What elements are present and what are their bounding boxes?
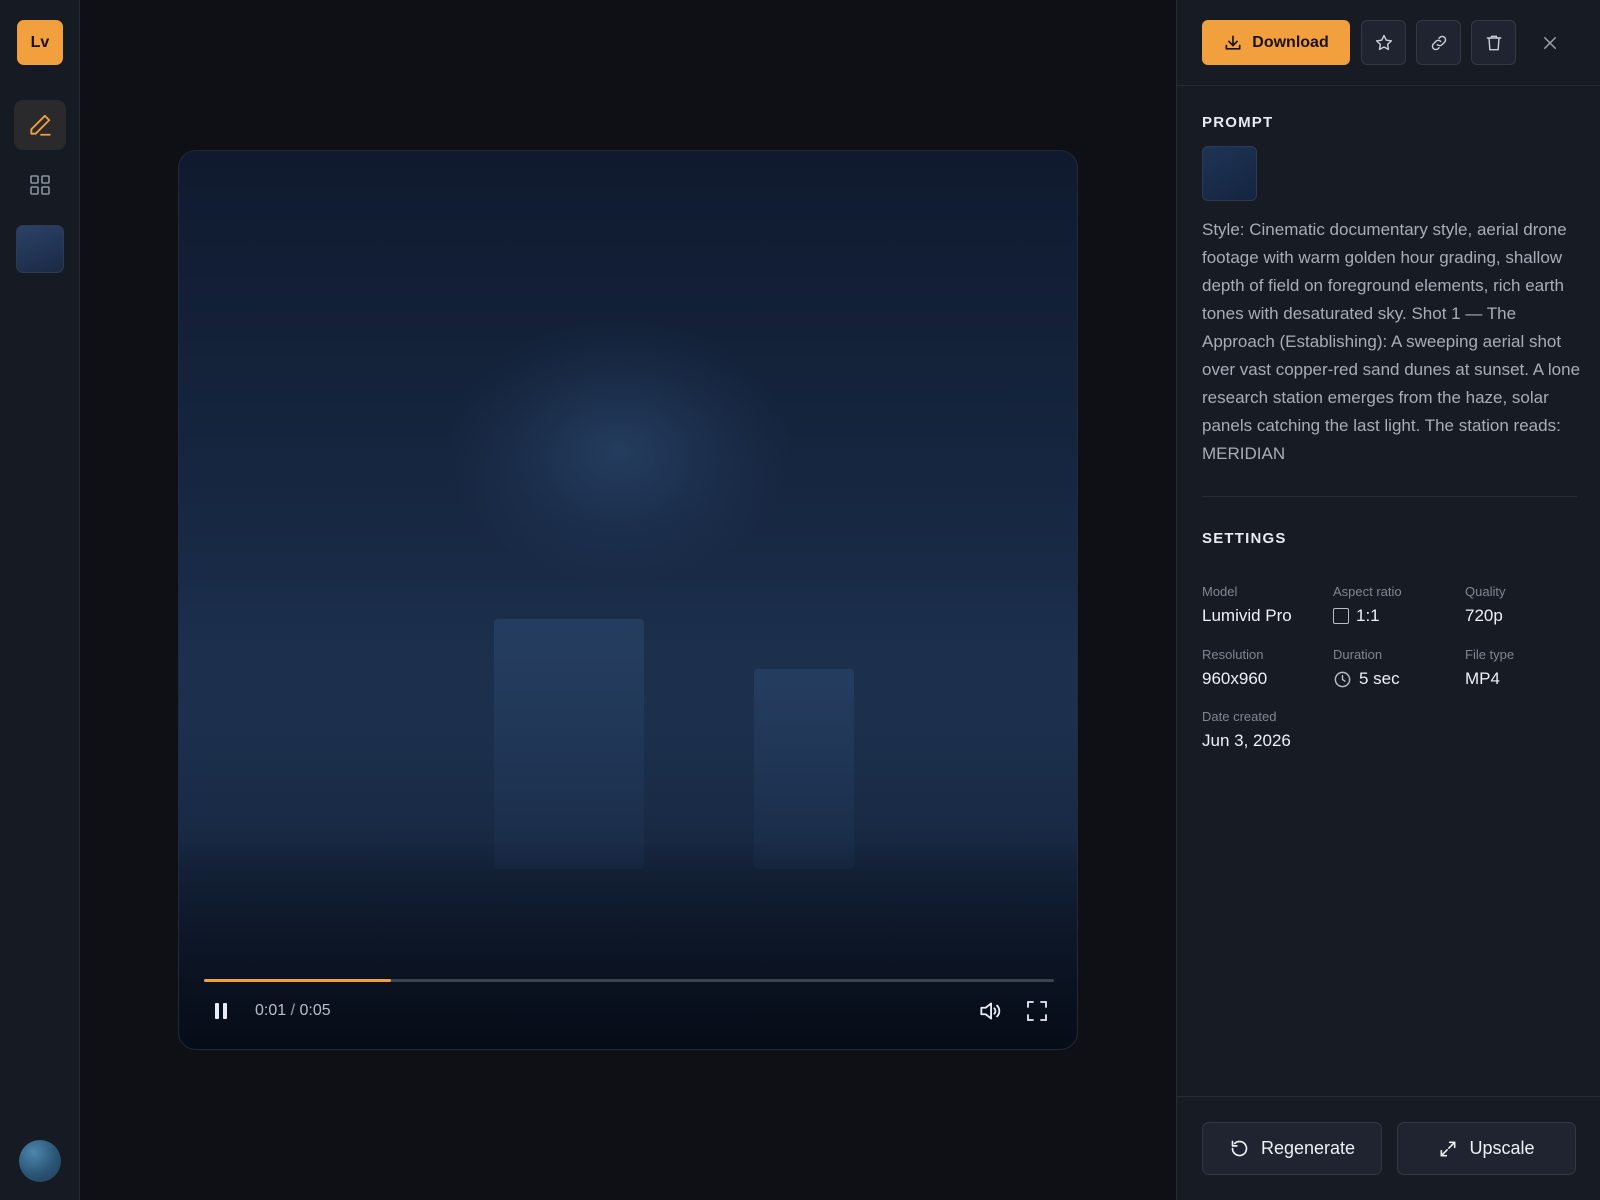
- setting-label: Model: [1202, 584, 1238, 599]
- prompt-heading: PROMPT: [1202, 114, 1274, 131]
- video-sun-glow: [449, 321, 789, 581]
- left-rail: Lv: [0, 0, 80, 1200]
- time-separator: /: [290, 1002, 296, 1019]
- video-player[interactable]: 0:01 / 0:05: [178, 150, 1078, 1050]
- pause-icon: [215, 1003, 227, 1019]
- clock-icon: [1334, 671, 1351, 687]
- download-button[interactable]: Download: [1202, 20, 1350, 65]
- regenerate-button[interactable]: Regenerate: [1202, 1122, 1382, 1175]
- progress-bar[interactable]: [204, 979, 1054, 982]
- pause-button[interactable]: [207, 996, 235, 1026]
- close-icon: [1544, 37, 1556, 49]
- setting-label: Duration: [1333, 647, 1383, 662]
- prompt-text: Style: Cinematic documentary style, aeri…: [1202, 220, 1581, 463]
- panel-toolbar: Download: [1177, 0, 1600, 86]
- regenerate-label: Regenerate: [1260, 1138, 1356, 1158]
- aspect-ratio-square-icon: [1333, 608, 1349, 624]
- prompt-reference-thumbnail[interactable]: [1202, 146, 1257, 201]
- video-station-block: [494, 619, 644, 869]
- expand-icon: [1441, 1141, 1456, 1156]
- setting-value: 5 sec: [1359, 669, 1400, 688]
- upscale-button[interactable]: Upscale: [1397, 1122, 1576, 1175]
- volume-button[interactable]: [975, 996, 1005, 1026]
- setting-label: Resolution: [1202, 647, 1264, 662]
- setting-value: 1:1: [1356, 606, 1380, 625]
- grid-icon: [30, 175, 50, 195]
- delete-button[interactable]: [1471, 20, 1516, 65]
- setting-aspect-ratio: Aspect ratio 1:1: [1333, 584, 1402, 626]
- regenerate-icon: [1231, 1140, 1248, 1157]
- pencil-icon: [30, 114, 51, 136]
- trash-icon: [1486, 35, 1501, 50]
- user-avatar[interactable]: [19, 1140, 61, 1182]
- details-panel: Download PROMPT Style: Cinematic documen…: [1176, 0, 1600, 1200]
- setting-value: MP4: [1465, 669, 1500, 688]
- setting-date-created: Date created Jun 3, 2026: [1202, 709, 1291, 751]
- total-time: 0:05: [299, 1002, 331, 1019]
- setting-resolution: Resolution 960x960: [1202, 647, 1267, 689]
- link-icon: [1431, 35, 1446, 50]
- setting-label: Quality: [1465, 584, 1506, 599]
- setting-value: 960x960: [1202, 669, 1268, 688]
- setting-duration: Duration 5 sec: [1333, 647, 1400, 689]
- setting-model: Model Lumivid Pro: [1202, 584, 1292, 626]
- star-icon: [1375, 34, 1392, 50]
- section-divider: [1202, 496, 1577, 497]
- progress-fill: [204, 979, 391, 982]
- main-stage: 0:01 / 0:05: [80, 0, 1176, 1200]
- time-display: 0:01 / 0:05: [255, 1002, 331, 1020]
- download-icon: [1225, 35, 1241, 50]
- setting-value: Jun 3, 2026: [1202, 731, 1291, 750]
- current-time: 0:01: [255, 1002, 287, 1019]
- rail-recent-thumbnail[interactable]: [16, 225, 64, 273]
- favorite-button[interactable]: [1361, 20, 1406, 65]
- setting-label: Aspect ratio: [1333, 584, 1402, 599]
- video-station-block: [754, 669, 854, 869]
- setting-value: Lumivid Pro: [1202, 606, 1292, 625]
- app: Lv 0:01 / 0:05 Download PROMPT Style: Ci…: [0, 0, 1600, 1200]
- app-logo[interactable]: Lv: [17, 20, 63, 65]
- settings-heading: SETTINGS: [1202, 530, 1287, 547]
- rail-item-create[interactable]: [14, 100, 66, 150]
- volume-icon: [980, 1002, 1001, 1020]
- copy-link-button[interactable]: [1416, 20, 1461, 65]
- close-button[interactable]: [1535, 28, 1565, 58]
- upscale-label: Upscale: [1469, 1138, 1535, 1158]
- rail-item-gallery[interactable]: [14, 160, 66, 210]
- setting-quality: Quality 720p: [1465, 584, 1505, 626]
- setting-label: Date created: [1202, 709, 1277, 724]
- fullscreen-icon: [1027, 1001, 1047, 1021]
- setting-label: File type: [1465, 647, 1515, 662]
- fullscreen-button[interactable]: [1022, 996, 1052, 1026]
- download-label: Download: [1252, 33, 1329, 51]
- setting-file-type: File type MP4: [1465, 647, 1514, 689]
- setting-value: 720p: [1465, 606, 1503, 625]
